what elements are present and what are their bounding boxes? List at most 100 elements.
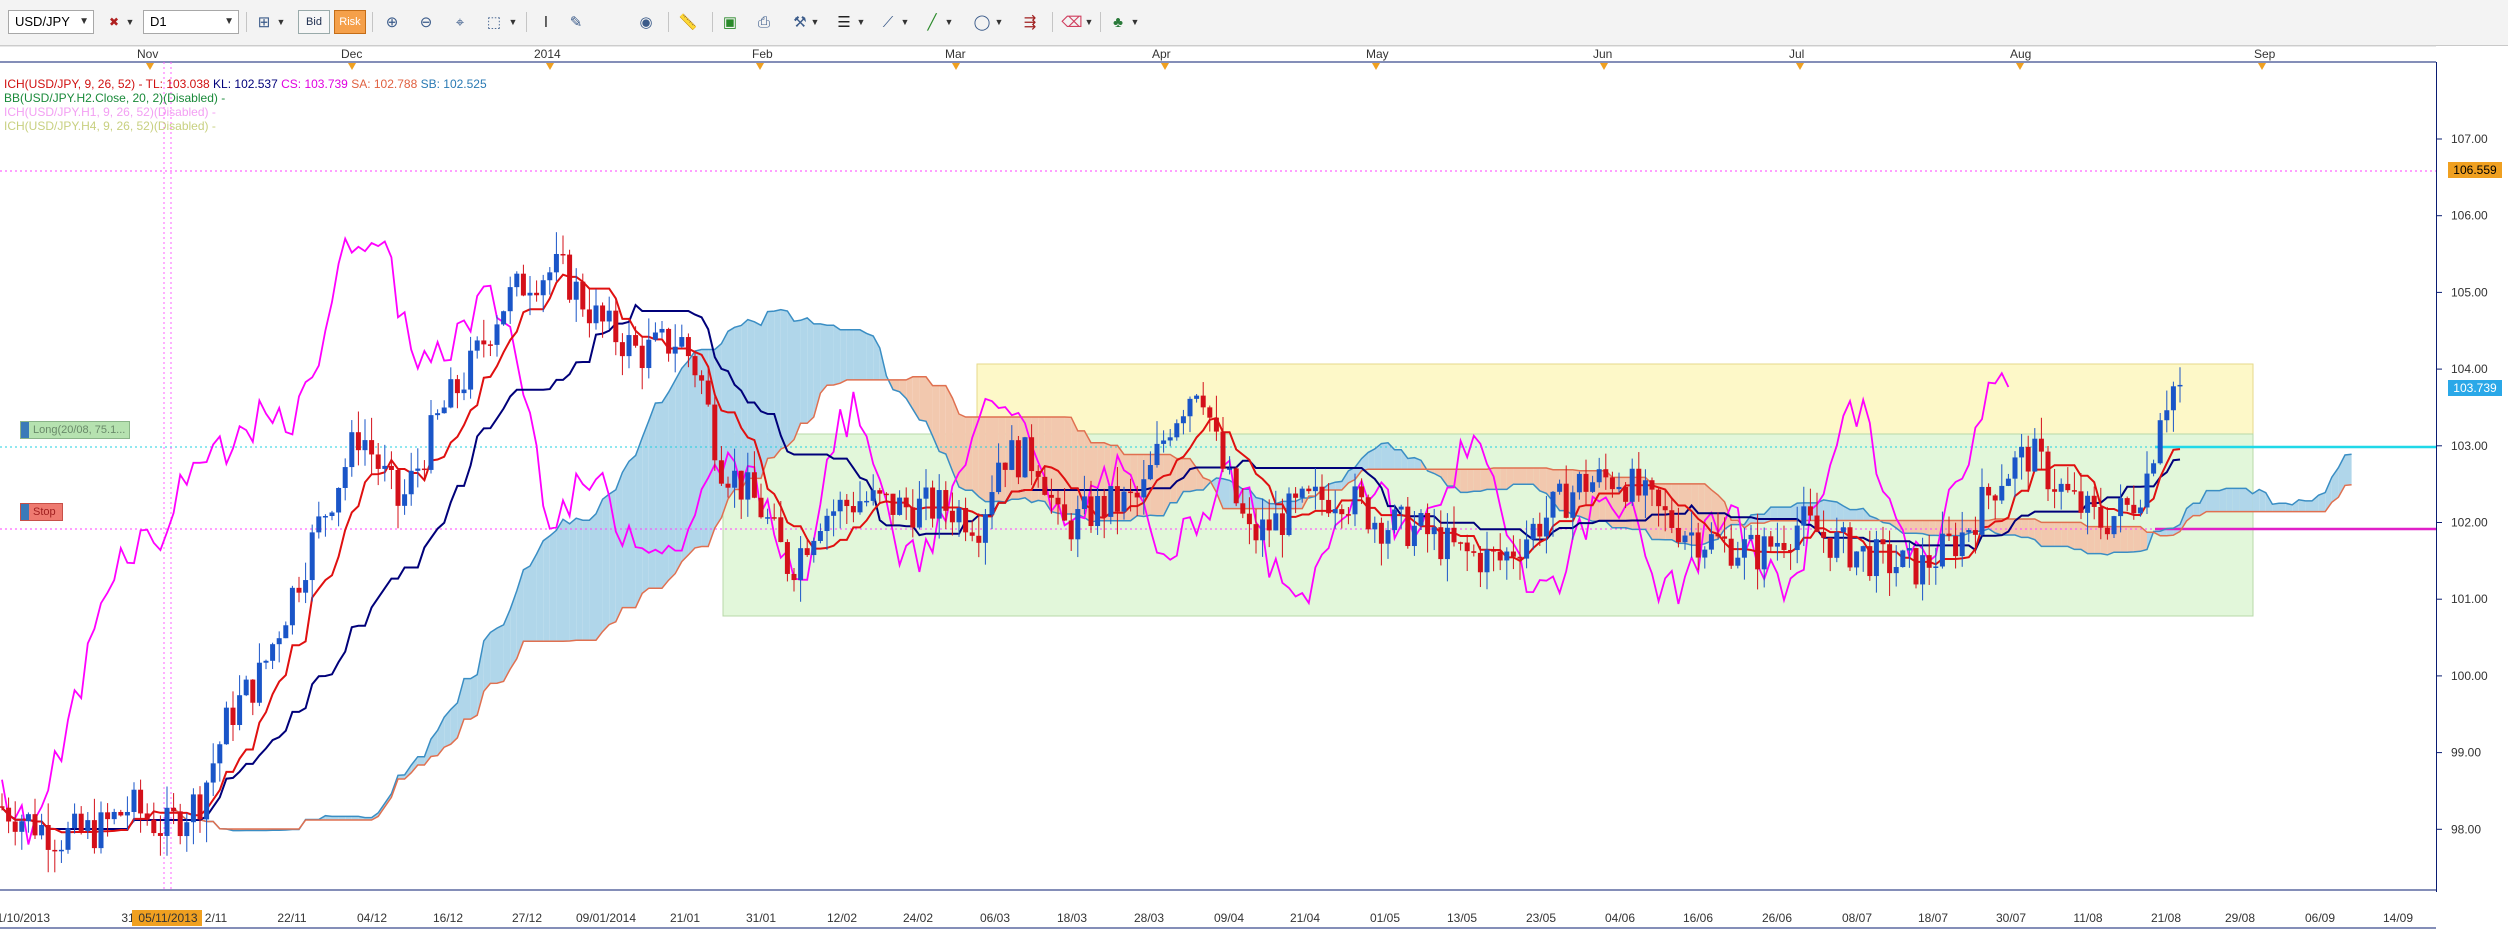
candle-body — [65, 828, 71, 850]
zoom-area-icon[interactable]: ⬚ — [480, 10, 508, 34]
edit-chart-icon[interactable]: ✎ — [562, 10, 590, 34]
candle-body — [1933, 566, 1939, 568]
zoom-out-icon[interactable]: ⊖ — [412, 10, 440, 34]
candle-body — [1794, 525, 1800, 551]
legend-dash: - — [221, 91, 226, 105]
candle-body — [78, 813, 84, 831]
cloud-segment — [490, 628, 497, 684]
candle-body — [1207, 407, 1213, 418]
candle-body — [6, 807, 12, 822]
zoom-in-icon[interactable]: ⊕ — [378, 10, 406, 34]
candle-body — [1913, 548, 1919, 585]
time-marker — [1161, 63, 1169, 70]
long-order-label[interactable]: Long(20/08, 75.1... — [20, 421, 131, 439]
toolbar-separator — [526, 12, 527, 32]
chevron-down-icon[interactable]: ▼ — [992, 10, 1006, 34]
candle-body — [402, 494, 408, 506]
candle-body — [1161, 440, 1167, 444]
toolbar: USD/JPY ▼ ✖ ▼ D1 ▼ ⊞ ▼ Bid Risk ⊕ ⊖ ⌖ ⬚ … — [0, 0, 2508, 46]
risk-button[interactable]: Risk — [334, 10, 366, 34]
cloud-segment — [1480, 469, 1487, 492]
candle-body — [190, 794, 196, 823]
indicator-icon[interactable]: ⇶ — [1016, 10, 1044, 34]
globe-icon[interactable]: ◉ — [632, 10, 660, 34]
cloud-segment — [1223, 478, 1230, 509]
bottom-axis-label: 12/02 — [827, 911, 857, 925]
candle-body — [507, 287, 513, 312]
chevron-down-icon[interactable]: ▼ — [122, 10, 138, 34]
chevron-down-icon[interactable]: ▼ — [942, 10, 956, 34]
chevron-down-icon[interactable]: ▼ — [274, 10, 288, 34]
legend-row-bb[interactable]: BB(USD/JPY.H2.Close, 20, 2)(Disabled) - — [4, 91, 487, 105]
candle-body — [1609, 477, 1615, 490]
candle-body — [1009, 440, 1015, 470]
price-chart[interactable]: Nov Dec 2014 Feb Mar Apr May Jun Jul Aug… — [0, 45, 2508, 933]
timeframe-select[interactable]: D1 ▼ — [143, 10, 239, 34]
bottom-axis-label: 31/01 — [746, 911, 776, 925]
chevron-down-icon[interactable]: ▼ — [898, 10, 912, 34]
cloud-segment — [820, 323, 827, 394]
candle-body — [1781, 542, 1787, 550]
candle-body — [890, 493, 896, 515]
candle-body — [250, 679, 256, 703]
cloud-segment — [780, 309, 788, 450]
candle-body — [982, 514, 988, 543]
cloud-segment — [2193, 503, 2200, 516]
candle-body — [1893, 567, 1899, 574]
range-zone-upper[interactable] — [976, 363, 2254, 435]
order-handle-icon[interactable] — [21, 504, 29, 520]
cloud-segment — [2021, 519, 2029, 538]
cloud-segment — [807, 317, 814, 424]
candle-body — [652, 332, 658, 340]
order-handle-icon[interactable] — [21, 422, 29, 438]
text-tool-icon[interactable]: Ⅰ — [532, 10, 560, 34]
candle-body — [39, 825, 45, 836]
cloud-segment — [2219, 488, 2227, 512]
image-icon[interactable]: ▣ — [716, 10, 744, 34]
candle-body — [804, 548, 810, 556]
cloud-segment — [1929, 520, 1936, 536]
candle-body — [963, 507, 969, 533]
candle-body — [923, 487, 929, 499]
candle-body — [705, 380, 711, 405]
cloud-segment — [530, 554, 537, 642]
candle-body — [1596, 469, 1602, 483]
candle-body — [593, 305, 599, 324]
price-axis[interactable]: 107.00 106.00 105.00 104.00 103.00 102.00 101.… — [2436, 62, 2508, 892]
candle-body — [659, 328, 665, 333]
candle-body — [32, 814, 38, 836]
candle-body — [877, 490, 883, 494]
legend-row-ich-h4[interactable]: ICH(USD/JPY.H4, 9, 26, 52)(Disabled) - — [4, 119, 487, 133]
candle-body — [1075, 509, 1081, 540]
candle-body — [98, 812, 104, 849]
print-icon[interactable]: ⎙ — [750, 10, 778, 34]
stop-order-label[interactable]: Stop — [20, 503, 63, 521]
candle-body — [567, 254, 573, 300]
candle-body — [1642, 480, 1648, 496]
legend-row-ichimoku[interactable]: ICH(USD/JPY, 9, 26, 52) - TL: 103.038 KL… — [4, 77, 487, 91]
chevron-down-icon[interactable]: ▼ — [854, 10, 868, 34]
candle-body — [547, 272, 553, 281]
chevron-down-icon[interactable]: ▼ — [506, 10, 520, 34]
chevron-down-icon[interactable]: ▼ — [1082, 10, 1096, 34]
symbol-select[interactable]: USD/JPY ▼ — [8, 10, 94, 34]
bottom-time-axis: 31/10/20133105/11/20132/1122/1104/1216/1… — [0, 889, 2436, 929]
candle-body — [903, 497, 909, 508]
candle-body — [1068, 520, 1074, 540]
candle-body — [276, 638, 282, 645]
candle-body — [758, 497, 764, 518]
cloud-segment — [2041, 522, 2048, 547]
candle-body — [1741, 539, 1747, 558]
cloud-segment — [1513, 467, 1520, 485]
cloud-segment — [648, 403, 656, 589]
candle-body — [1134, 492, 1140, 498]
candle-body — [1623, 486, 1629, 502]
chevron-down-icon[interactable]: ▼ — [1128, 10, 1142, 34]
legend-row-ich-h1[interactable]: ICH(USD/JPY.H1, 9, 26, 52)(Disabled) - — [4, 105, 487, 119]
ruler-icon[interactable]: 📏 — [674, 10, 702, 34]
bottom-axis-label: 18/03 — [1057, 911, 1087, 925]
chevron-down-icon[interactable]: ▼ — [808, 10, 822, 34]
bid-button[interactable]: Bid — [298, 10, 330, 34]
candle-body — [1451, 527, 1457, 543]
cursor-icon[interactable]: ⌖ — [446, 10, 474, 34]
